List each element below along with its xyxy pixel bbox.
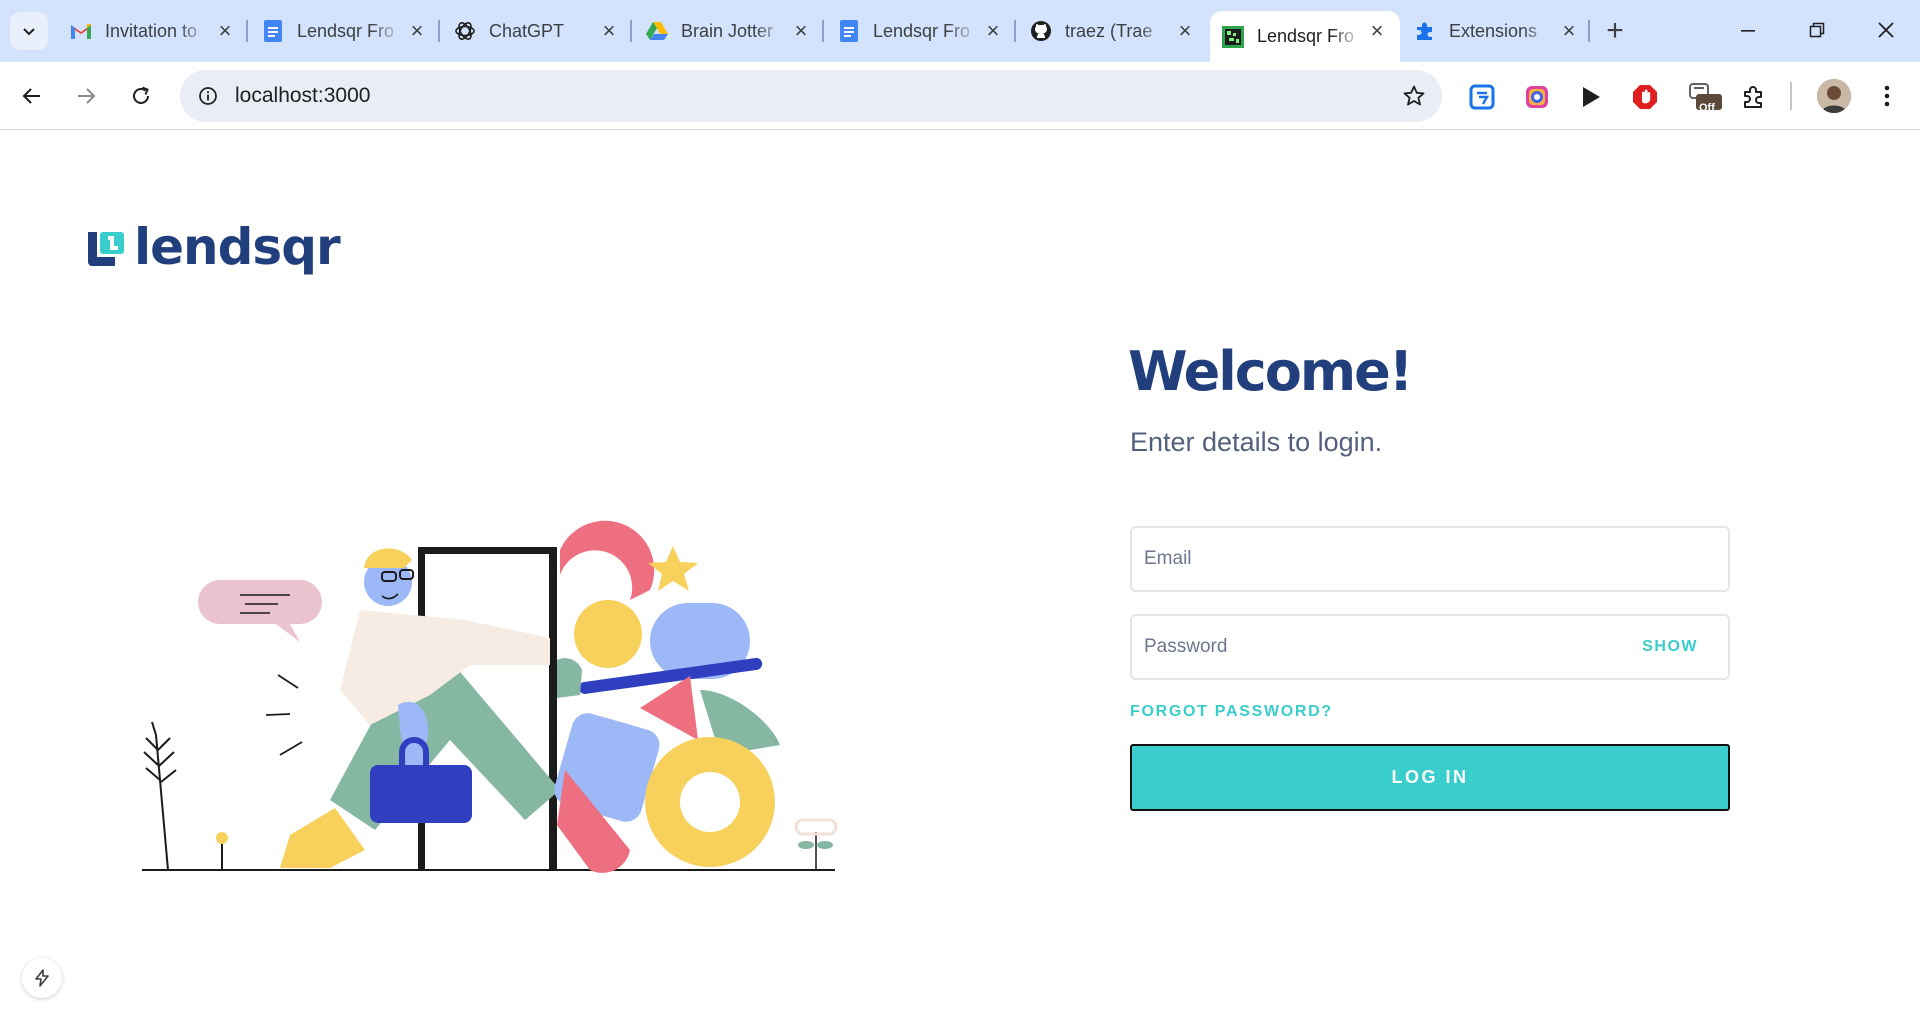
tab-title: Brain Jotter bbox=[681, 20, 774, 41]
close-icon[interactable]: × bbox=[1558, 18, 1580, 43]
browser-menu-button[interactable] bbox=[1872, 80, 1902, 112]
email-field[interactable] bbox=[1130, 526, 1730, 592]
restore-button[interactable] bbox=[1789, 10, 1845, 50]
chatgpt-icon bbox=[454, 20, 476, 42]
close-icon[interactable]: × bbox=[214, 18, 236, 43]
close-icon[interactable]: × bbox=[1174, 18, 1196, 43]
tab-lendsqr-doc-1[interactable]: Lendsqr Fro × bbox=[250, 11, 440, 51]
dev-tools-badge[interactable] bbox=[22, 958, 62, 998]
tab-divider bbox=[246, 20, 248, 42]
gmail-icon bbox=[70, 20, 92, 42]
close-icon[interactable]: × bbox=[790, 18, 812, 43]
docs-icon bbox=[838, 20, 860, 42]
extension-off-icon[interactable]: Off bbox=[1687, 81, 1723, 114]
tab-title: Extensions bbox=[1449, 20, 1538, 41]
tab-github[interactable]: traez (Trae × bbox=[1018, 11, 1208, 51]
bookmark-star-icon[interactable] bbox=[1400, 82, 1428, 110]
tab-title: Lendsqr Fro bbox=[297, 20, 395, 41]
extension-capture-icon[interactable] bbox=[1521, 81, 1553, 113]
reload-icon bbox=[133, 86, 149, 104]
speech-bubble-icon bbox=[198, 580, 322, 642]
extension-play-icon[interactable] bbox=[1575, 81, 1607, 113]
logo-text: lendsqr bbox=[134, 218, 341, 276]
chevron-down-icon bbox=[23, 28, 35, 36]
minimize-button[interactable] bbox=[1720, 10, 1776, 50]
tab-search-button[interactable] bbox=[10, 12, 48, 50]
minimize-icon bbox=[1741, 30, 1755, 32]
drive-icon bbox=[646, 20, 668, 42]
lendsqr-logo-icon bbox=[88, 232, 124, 266]
reload-button[interactable] bbox=[121, 76, 161, 116]
tab-title: traez (Trae bbox=[1065, 20, 1153, 41]
tab-divider bbox=[1014, 20, 1016, 42]
tab-brain-jotter[interactable]: Brain Jotter × bbox=[634, 11, 824, 51]
password-input[interactable] bbox=[1144, 616, 1604, 678]
tab-gmail[interactable]: Invitation to × bbox=[58, 11, 248, 51]
password-field[interactable]: SHOW bbox=[1130, 614, 1730, 680]
tab-strip: Invitation to × Lendsqr Fro × ChatGPT × … bbox=[0, 0, 1920, 62]
close-icon bbox=[1878, 22, 1894, 38]
login-page: lendsqr Welcome! Enter details to login.… bbox=[0, 130, 1920, 1020]
toolbar-divider bbox=[1790, 82, 1792, 110]
docs-icon bbox=[262, 20, 284, 42]
lendsqr-favicon-icon bbox=[1222, 25, 1244, 48]
close-icon[interactable]: × bbox=[1366, 18, 1388, 43]
arrow-left-icon bbox=[22, 88, 40, 104]
tab-chatgpt[interactable]: ChatGPT × bbox=[442, 11, 632, 51]
tab-divider bbox=[630, 20, 632, 42]
github-icon bbox=[1030, 20, 1052, 42]
close-window-button[interactable] bbox=[1858, 10, 1914, 50]
restore-icon bbox=[1809, 22, 1825, 38]
show-password-button[interactable]: SHOW bbox=[1642, 638, 1698, 656]
extensions-puzzle-icon[interactable] bbox=[1738, 81, 1770, 113]
tab-title: Invitation to bbox=[105, 20, 198, 41]
page-subtitle: Enter details to login. bbox=[1130, 427, 1383, 457]
email-input[interactable] bbox=[1144, 528, 1604, 590]
lightning-icon bbox=[35, 969, 49, 987]
page-title: Welcome! bbox=[1128, 340, 1413, 403]
login-illustration bbox=[142, 520, 838, 873]
site-info-icon[interactable] bbox=[192, 80, 224, 112]
tab-title: ChatGPT bbox=[489, 20, 565, 41]
extension-adblock-icon[interactable] bbox=[1629, 81, 1661, 113]
puzzle-icon bbox=[1414, 20, 1436, 42]
address-bar[interactable]: localhost:3000 bbox=[180, 70, 1442, 122]
more-vertical-icon bbox=[1884, 85, 1890, 107]
tab-title: Lendsqr Fro bbox=[873, 20, 971, 41]
new-tab-button[interactable]: + bbox=[1598, 14, 1632, 48]
extension-translate-icon[interactable] bbox=[1466, 81, 1498, 113]
close-icon[interactable]: × bbox=[406, 18, 428, 43]
profile-avatar[interactable] bbox=[1817, 79, 1851, 113]
back-button[interactable] bbox=[12, 76, 52, 116]
arrow-right-icon bbox=[78, 88, 96, 104]
close-icon[interactable]: × bbox=[598, 18, 620, 43]
tab-lendsqr-doc-2[interactable]: Lendsqr Fro × bbox=[826, 11, 1016, 51]
tab-lendsqr-active[interactable]: Lendsqr Fro × bbox=[1210, 11, 1400, 62]
tab-divider bbox=[822, 20, 824, 42]
forward-button[interactable] bbox=[66, 76, 106, 116]
tab-title: Lendsqr Fro bbox=[1257, 26, 1355, 46]
close-icon[interactable]: × bbox=[982, 18, 1004, 43]
plant-icon bbox=[143, 721, 177, 871]
tab-extensions[interactable]: Extensions × bbox=[1402, 11, 1592, 51]
tab-divider bbox=[438, 20, 440, 42]
browser-toolbar: localhost:3000 Off bbox=[0, 62, 1920, 130]
login-button[interactable]: LOG IN bbox=[1130, 744, 1730, 811]
lendsqr-logo: lendsqr bbox=[88, 218, 341, 276]
forgot-password-link[interactable]: FORGOT PASSWORD? bbox=[1130, 703, 1333, 721]
extension-badge-text: Off bbox=[1699, 102, 1715, 114]
url-text[interactable]: localhost:3000 bbox=[235, 84, 370, 108]
tab-divider bbox=[1588, 20, 1590, 42]
